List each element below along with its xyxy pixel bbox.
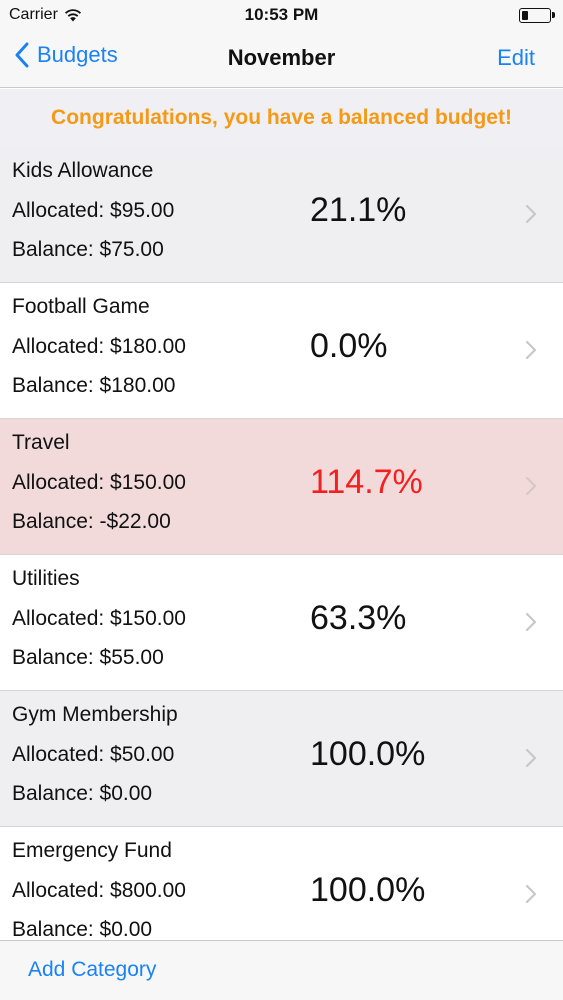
edit-button[interactable]: Edit	[497, 45, 535, 71]
category-allocated: Allocated: $180.00	[12, 335, 186, 358]
battery-fill	[522, 11, 528, 20]
category-balance: Balance: $0.00	[12, 918, 153, 939]
chevron-right-icon	[525, 612, 537, 632]
chevron-right-icon	[525, 476, 537, 496]
banner-message: Congratulations, you have a balanced bud…	[51, 106, 512, 129]
battery-icon	[519, 8, 555, 23]
category-percent-used: 21.1%	[310, 191, 407, 229]
category-row-utilities[interactable]: Utilities Allocated: $150.00 Balance: $5…	[0, 555, 563, 691]
category-balance: Balance: -$22.00	[12, 510, 171, 533]
category-name: Football Game	[12, 295, 150, 318]
category-percent-used-over-budget: 114.7%	[310, 463, 423, 501]
category-balance: Balance: $75.00	[12, 238, 164, 261]
category-balance: Balance: $55.00	[12, 646, 164, 669]
category-list[interactable]: Kids Allowance Allocated: $95.00 Balance…	[0, 147, 563, 939]
category-name: Emergency Fund	[12, 839, 172, 862]
category-row-travel[interactable]: Travel Allocated: $150.00 Balance: -$22.…	[0, 419, 563, 555]
chevron-right-icon	[525, 748, 537, 768]
chevron-right-icon	[525, 204, 537, 224]
status-bar: Carrier 10:53 PM	[0, 0, 563, 32]
status-time: 10:53 PM	[244, 5, 319, 24]
category-allocated: Allocated: $50.00	[12, 743, 175, 766]
page-title: November	[227, 45, 336, 70]
category-allocated: Allocated: $150.00	[12, 607, 186, 630]
category-name: Travel	[12, 431, 70, 454]
category-balance: Balance: $180.00	[12, 374, 176, 397]
balanced-budget-banner: Congratulations, you have a balanced bud…	[0, 89, 563, 147]
category-row-football-game[interactable]: Football Game Allocated: $180.00 Balance…	[0, 283, 563, 419]
category-allocated: Allocated: $95.00	[12, 199, 175, 222]
category-percent-used: 0.0%	[310, 327, 388, 365]
category-percent-used: 100.0%	[310, 871, 426, 909]
category-row-emergency-fund[interactable]: Emergency Fund Allocated: $800.00 Balanc…	[0, 827, 563, 939]
chevron-right-icon	[525, 340, 537, 360]
category-percent-used: 100.0%	[310, 735, 426, 773]
category-name: Gym Membership	[12, 703, 178, 726]
category-name: Kids Allowance	[12, 159, 154, 182]
category-allocated: Allocated: $150.00	[12, 471, 186, 494]
category-allocated: Allocated: $800.00	[12, 879, 186, 902]
category-name: Utilities	[12, 567, 80, 590]
navigation-bar: Budgets November Edit	[0, 32, 563, 88]
category-percent-used: 63.3%	[310, 599, 407, 637]
chevron-right-icon	[525, 884, 537, 904]
category-balance: Balance: $0.00	[12, 782, 153, 805]
category-row-gym-membership[interactable]: Gym Membership Allocated: $50.00 Balance…	[0, 691, 563, 827]
bottom-toolbar: Add Category	[0, 940, 563, 1000]
category-row-kids-allowance[interactable]: Kids Allowance Allocated: $95.00 Balance…	[0, 147, 563, 283]
add-category-button[interactable]: Add Category	[28, 958, 156, 982]
